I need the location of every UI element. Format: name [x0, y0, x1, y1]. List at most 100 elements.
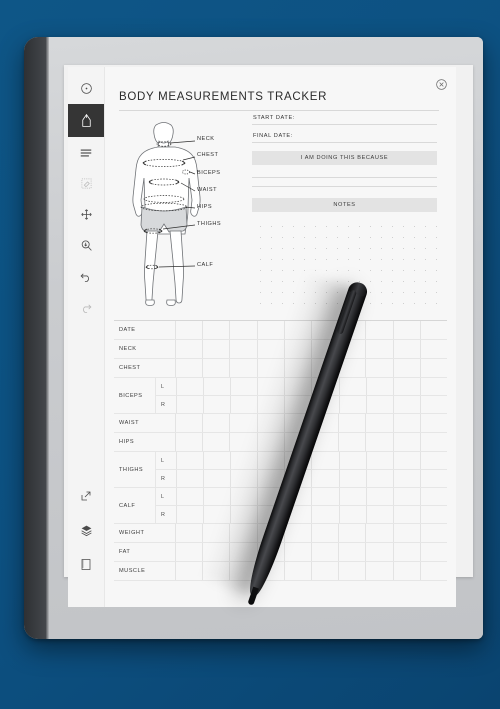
cell[interactable] [230, 452, 257, 469]
cell[interactable] [365, 414, 392, 432]
row-cells[interactable] [175, 340, 447, 358]
because-input-line-2[interactable] [252, 186, 437, 187]
cell[interactable] [311, 452, 338, 469]
cell[interactable] [311, 321, 338, 339]
sidebar-item-redo[interactable] [68, 292, 104, 323]
cell[interactable] [311, 562, 338, 580]
cell[interactable] [392, 452, 420, 469]
cell[interactable] [338, 378, 366, 395]
table-row[interactable]: MUSCLE [114, 562, 447, 581]
cell[interactable] [283, 359, 311, 377]
cell[interactable] [229, 414, 256, 432]
cell[interactable] [419, 524, 447, 542]
cell[interactable] [311, 524, 338, 542]
row-cells[interactable] [176, 378, 447, 413]
table-row[interactable]: WEIGHT [114, 524, 447, 543]
cell[interactable] [230, 488, 257, 505]
cell[interactable] [256, 359, 284, 377]
cell[interactable] [175, 562, 202, 580]
table-row[interactable]: CHEST [114, 359, 447, 378]
cell[interactable] [338, 488, 366, 505]
cell[interactable] [256, 433, 284, 451]
cell[interactable] [230, 378, 257, 395]
cell[interactable] [338, 321, 365, 339]
cell[interactable] [229, 359, 256, 377]
cell[interactable] [365, 396, 393, 413]
row-cells[interactable] [175, 321, 447, 339]
cell[interactable] [365, 470, 393, 487]
cell[interactable] [392, 562, 420, 580]
cell[interactable] [338, 470, 366, 487]
row-cells[interactable] [175, 524, 447, 542]
cell[interactable] [419, 506, 447, 523]
cell[interactable] [176, 452, 203, 469]
cell[interactable] [256, 543, 284, 561]
cell[interactable] [175, 543, 202, 561]
because-input-line-1[interactable] [252, 177, 437, 178]
cell[interactable] [338, 562, 365, 580]
cell[interactable] [202, 359, 229, 377]
cell[interactable] [202, 433, 229, 451]
cell[interactable] [338, 359, 365, 377]
cell[interactable] [176, 378, 203, 395]
row-cells[interactable] [175, 359, 447, 377]
table-row-split[interactable]: BICEPS L R [114, 378, 447, 414]
cell[interactable] [229, 562, 256, 580]
cell[interactable] [283, 562, 311, 580]
cell[interactable] [284, 488, 311, 505]
cell[interactable] [311, 488, 338, 505]
cell[interactable] [365, 524, 392, 542]
cell[interactable] [419, 340, 447, 358]
cell[interactable] [392, 470, 420, 487]
cell[interactable] [257, 378, 284, 395]
cell[interactable] [284, 506, 311, 523]
final-date-input[interactable] [252, 142, 437, 143]
cell[interactable] [229, 524, 256, 542]
cell[interactable] [419, 359, 447, 377]
cell[interactable] [202, 414, 229, 432]
cell[interactable] [419, 414, 447, 432]
cell[interactable] [284, 378, 311, 395]
cell[interactable] [392, 524, 420, 542]
cell[interactable] [311, 543, 338, 561]
cell[interactable] [311, 414, 338, 432]
sidebar-item-layers[interactable] [68, 513, 104, 547]
cell[interactable] [419, 433, 447, 451]
cell[interactable] [175, 414, 202, 432]
cell[interactable] [419, 378, 447, 395]
cell[interactable] [257, 506, 284, 523]
cell[interactable] [176, 470, 203, 487]
start-date-input[interactable] [252, 124, 437, 125]
cell[interactable] [311, 378, 338, 395]
cell[interactable] [365, 340, 392, 358]
cell[interactable] [256, 562, 284, 580]
cell[interactable] [392, 433, 420, 451]
cell[interactable] [338, 524, 365, 542]
row-cells[interactable] [175, 433, 447, 451]
cell[interactable] [365, 488, 393, 505]
sidebar-item-eraser[interactable] [68, 168, 104, 199]
cell[interactable] [284, 452, 311, 469]
cell[interactable] [175, 321, 202, 339]
sidebar-item-lines[interactable] [68, 137, 104, 168]
cell[interactable] [256, 524, 284, 542]
cell[interactable] [338, 396, 366, 413]
cell[interactable] [202, 524, 229, 542]
cell[interactable] [392, 321, 420, 339]
row-cells[interactable] [175, 414, 447, 432]
cell[interactable] [419, 396, 447, 413]
sidebar-item-move[interactable] [68, 199, 104, 230]
row-cells[interactable] [175, 543, 447, 561]
cell[interactable] [392, 506, 420, 523]
cell[interactable] [365, 359, 392, 377]
cell[interactable] [176, 506, 203, 523]
cell[interactable] [230, 396, 257, 413]
row-cells[interactable] [176, 488, 447, 523]
cell[interactable] [365, 433, 392, 451]
cell[interactable] [256, 340, 284, 358]
sidebar-item-pen[interactable] [68, 104, 104, 137]
table-row[interactable]: NECK [114, 340, 447, 359]
table-row[interactable]: HIPS [114, 433, 447, 452]
cell[interactable] [311, 340, 338, 358]
sidebar-item-zoom[interactable] [68, 230, 104, 261]
